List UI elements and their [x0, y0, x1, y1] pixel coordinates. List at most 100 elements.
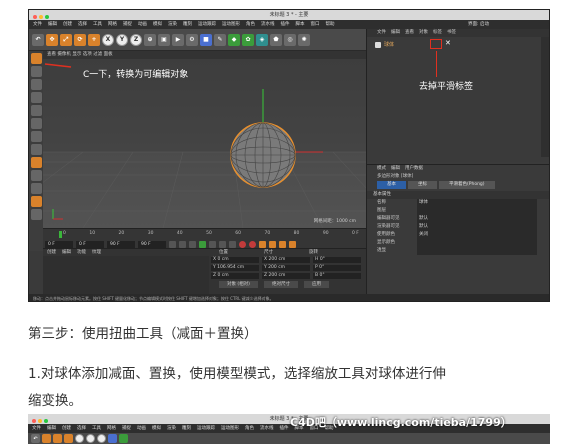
autokey-icon[interactable] — [249, 240, 256, 248]
phong-tag-highlight[interactable] — [430, 39, 442, 49]
menu-item[interactable]: 用户数据 — [405, 165, 423, 173]
menu-item[interactable]: 捕捉 — [122, 424, 131, 433]
viewport[interactable]: C一下，转换为可编辑对象 网格间距：1000 cm — [43, 59, 366, 228]
rot-p-field[interactable]: P 0° — [313, 265, 361, 271]
last-frame-icon[interactable] — [229, 240, 236, 248]
size-y-field[interactable]: Y 200 cm — [262, 265, 310, 271]
menu-item[interactable]: 创建 — [47, 249, 56, 256]
frame-end2-field[interactable]: 90 F — [138, 240, 166, 248]
next-key-icon[interactable] — [219, 240, 226, 248]
menu-item[interactable]: 脚本 — [296, 20, 305, 29]
menu-item[interactable]: 创建 — [62, 424, 71, 433]
magnet-icon[interactable] — [30, 209, 42, 220]
vertical-tabs[interactable] — [541, 37, 549, 157]
lock-icon[interactable] — [30, 170, 42, 181]
play-icon[interactable] — [199, 240, 206, 248]
cube-icon[interactable] — [108, 434, 117, 443]
menu-item[interactable]: 模式 — [377, 165, 386, 173]
light-icon[interactable]: ✺ — [298, 33, 310, 46]
menu-item[interactable]: 选择 — [78, 20, 87, 29]
menu-item[interactable]: 插件 — [280, 424, 289, 433]
menu-item[interactable]: 窗口 — [311, 20, 320, 29]
absolute-size-dropdown[interactable]: 绝对尺寸 — [263, 281, 298, 288]
menu-item[interactable]: 文件 — [33, 20, 42, 29]
deformer-icon[interactable]: ◈ — [256, 33, 268, 46]
menu-item[interactable]: 动画 — [138, 20, 147, 29]
x-axis-icon[interactable]: X — [102, 33, 114, 46]
menu-item[interactable]: 渲染 — [167, 424, 176, 433]
pos-z-field[interactable]: Z 0 cm — [211, 273, 259, 279]
rot-h-field[interactable]: H 0° — [313, 257, 361, 263]
coord-system-icon[interactable]: ⊕ — [144, 33, 156, 46]
frame-current-field[interactable]: 0 F — [76, 240, 104, 248]
object-relative-dropdown[interactable]: 对象 (相对) — [219, 281, 258, 288]
model-mode-icon[interactable] — [30, 66, 42, 77]
render-view-icon[interactable]: ▶ — [172, 33, 184, 46]
attribute-value-field[interactable] — [417, 239, 537, 247]
frame-end-field[interactable]: 90 F — [107, 240, 135, 248]
snap-icon[interactable] — [30, 157, 42, 168]
tab-phong[interactable]: 平滑着色(Phong) — [439, 181, 495, 189]
layout-selector[interactable]: 界面: 启动 — [468, 20, 489, 29]
rotate-icon[interactable]: ⟳ — [74, 33, 86, 46]
prev-key-icon[interactable] — [179, 240, 186, 248]
menu-item[interactable]: 网格 — [107, 424, 116, 433]
menu-item[interactable]: 编辑 — [391, 29, 400, 37]
z-axis-icon[interactable] — [97, 434, 106, 443]
record-icon[interactable] — [239, 240, 246, 248]
menu-item[interactable]: 模拟 — [153, 20, 162, 29]
render-settings-icon[interactable]: ⚙ — [186, 33, 198, 46]
attribute-value-field[interactable] — [417, 207, 537, 215]
menu-item[interactable]: 选择 — [77, 424, 86, 433]
menu-item[interactable]: 文件 — [32, 424, 41, 433]
z-axis-icon[interactable]: Z — [130, 33, 142, 46]
subdivision-icon[interactable]: ◆ — [228, 33, 240, 46]
y-axis-icon[interactable]: Y — [116, 33, 128, 46]
move-icon[interactable] — [42, 434, 51, 443]
timeline-ruler[interactable]: 0 10 20 30 40 50 60 70 80 90 0 F — [63, 231, 359, 238]
size-z-field[interactable]: Z 200 cm — [262, 273, 310, 279]
tab-coord[interactable]: 坐标 — [408, 181, 437, 189]
menu-item[interactable]: 角色 — [246, 20, 255, 29]
menu-item[interactable]: 运动跟踪 — [197, 424, 215, 433]
pos-y-field[interactable]: Y 106.954 cm — [211, 265, 259, 271]
sculpt-icon[interactable] — [30, 196, 42, 207]
make-editable-icon[interactable] — [30, 53, 42, 64]
menu-item[interactable]: 渲染 — [168, 20, 177, 29]
menu-item[interactable]: 工具 — [92, 424, 101, 433]
menu-item[interactable]: 动画 — [137, 424, 146, 433]
menu-item[interactable]: 插件 — [281, 20, 290, 29]
texture-mode-icon[interactable] — [30, 79, 42, 90]
menu-item[interactable]: 纹理 — [92, 249, 101, 256]
menu-item[interactable]: 编辑 — [48, 20, 57, 29]
menu-item[interactable]: 雕刻 — [182, 424, 191, 433]
menu-item[interactable]: 帮助 — [326, 20, 335, 29]
y-axis-icon[interactable] — [86, 434, 95, 443]
menu-item[interactable]: 网格 — [108, 20, 117, 29]
menu-item[interactable]: 雕刻 — [183, 20, 192, 29]
menu-item[interactable]: 运动图形 — [222, 20, 240, 29]
playhead[interactable] — [59, 231, 62, 238]
menu-item[interactable]: 编辑 — [391, 165, 400, 173]
menu-item[interactable]: 对象 — [419, 29, 428, 37]
environment-icon[interactable]: ⬟ — [270, 33, 282, 46]
polygons-mode-icon[interactable] — [30, 131, 42, 142]
menu-item[interactable]: 捕捉 — [123, 20, 132, 29]
camera-icon[interactable]: ◎ — [284, 33, 296, 46]
tab-basic[interactable]: 基本 — [377, 181, 406, 189]
object-row-sphere[interactable]: 球体 — [375, 41, 394, 48]
workplane-icon[interactable] — [30, 92, 42, 103]
next-frame-icon[interactable] — [209, 240, 216, 248]
grid-icon[interactable] — [30, 183, 42, 194]
attribute-value-field[interactable]: 默认 — [417, 223, 537, 231]
rotation-key-icon[interactable] — [289, 240, 296, 248]
undo-icon[interactable]: ↶ — [31, 434, 40, 443]
menu-item[interactable]: 文件 — [377, 29, 386, 37]
scale-icon[interactable] — [53, 434, 62, 443]
menu-item[interactable]: 流水线 — [261, 20, 275, 29]
menu-item[interactable]: 书签 — [447, 29, 456, 37]
menu-item[interactable]: 编辑 — [62, 249, 71, 256]
scale-key-icon[interactable] — [279, 240, 286, 248]
menu-item[interactable]: 标签 — [433, 29, 442, 37]
menu-item[interactable]: 模拟 — [152, 424, 161, 433]
